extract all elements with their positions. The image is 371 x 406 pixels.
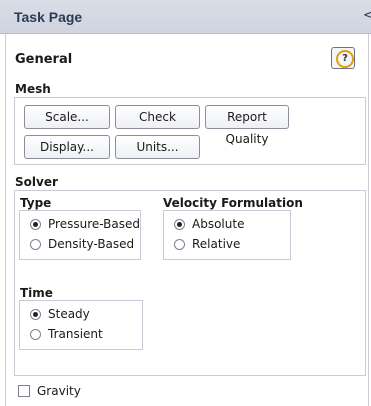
display-button[interactable]: Display... (24, 135, 110, 159)
units-button[interactable]: Units... (115, 135, 200, 159)
radio-label: Density-Based (48, 237, 135, 251)
radio-density-based[interactable]: Density-Based (30, 236, 134, 252)
help-button[interactable]: ? (331, 47, 355, 69)
help-icon: ? (336, 50, 354, 68)
radio-button[interactable] (30, 328, 41, 340)
radio-button-selected[interactable] (30, 308, 41, 320)
radio-button[interactable] (174, 238, 185, 250)
time-heading: Time (20, 286, 53, 300)
radio-transient[interactable]: Transient (30, 326, 103, 342)
radio-button-selected[interactable] (174, 218, 185, 230)
collapse-icon[interactable]: < (363, 8, 371, 24)
radio-absolute[interactable]: Absolute (174, 216, 244, 232)
panel-title: Task Page (14, 9, 83, 25)
type-heading: Type (20, 196, 52, 210)
gravity-checkbox[interactable] (18, 385, 30, 397)
radio-pressure-based[interactable]: Pressure-Based (30, 216, 140, 232)
radio-label: Relative (192, 237, 241, 251)
panel-title-bar: Task Page < (0, 0, 371, 34)
scale-button[interactable]: Scale... (24, 105, 110, 129)
radio-label: Absolute (192, 217, 245, 231)
radio-label: Steady (48, 307, 90, 321)
radio-label: Transient (48, 327, 103, 341)
radio-button[interactable] (30, 238, 41, 250)
check-button[interactable]: Check (115, 105, 200, 129)
report-quality-button[interactable]: Report Quality (205, 105, 289, 146)
radio-button-selected[interactable] (30, 218, 41, 230)
radio-relative[interactable]: Relative (174, 236, 240, 252)
mesh-heading: Mesh (15, 82, 51, 96)
velocity-formulation-heading: Velocity Formulation (163, 196, 303, 210)
panel-left-border (5, 34, 6, 406)
radio-steady[interactable]: Steady (30, 306, 90, 322)
general-heading: General (15, 52, 73, 67)
gravity-label: Gravity (37, 384, 81, 398)
panel-right-border (368, 34, 369, 406)
radio-label: Pressure-Based (48, 217, 140, 231)
solver-heading: Solver (15, 175, 58, 189)
